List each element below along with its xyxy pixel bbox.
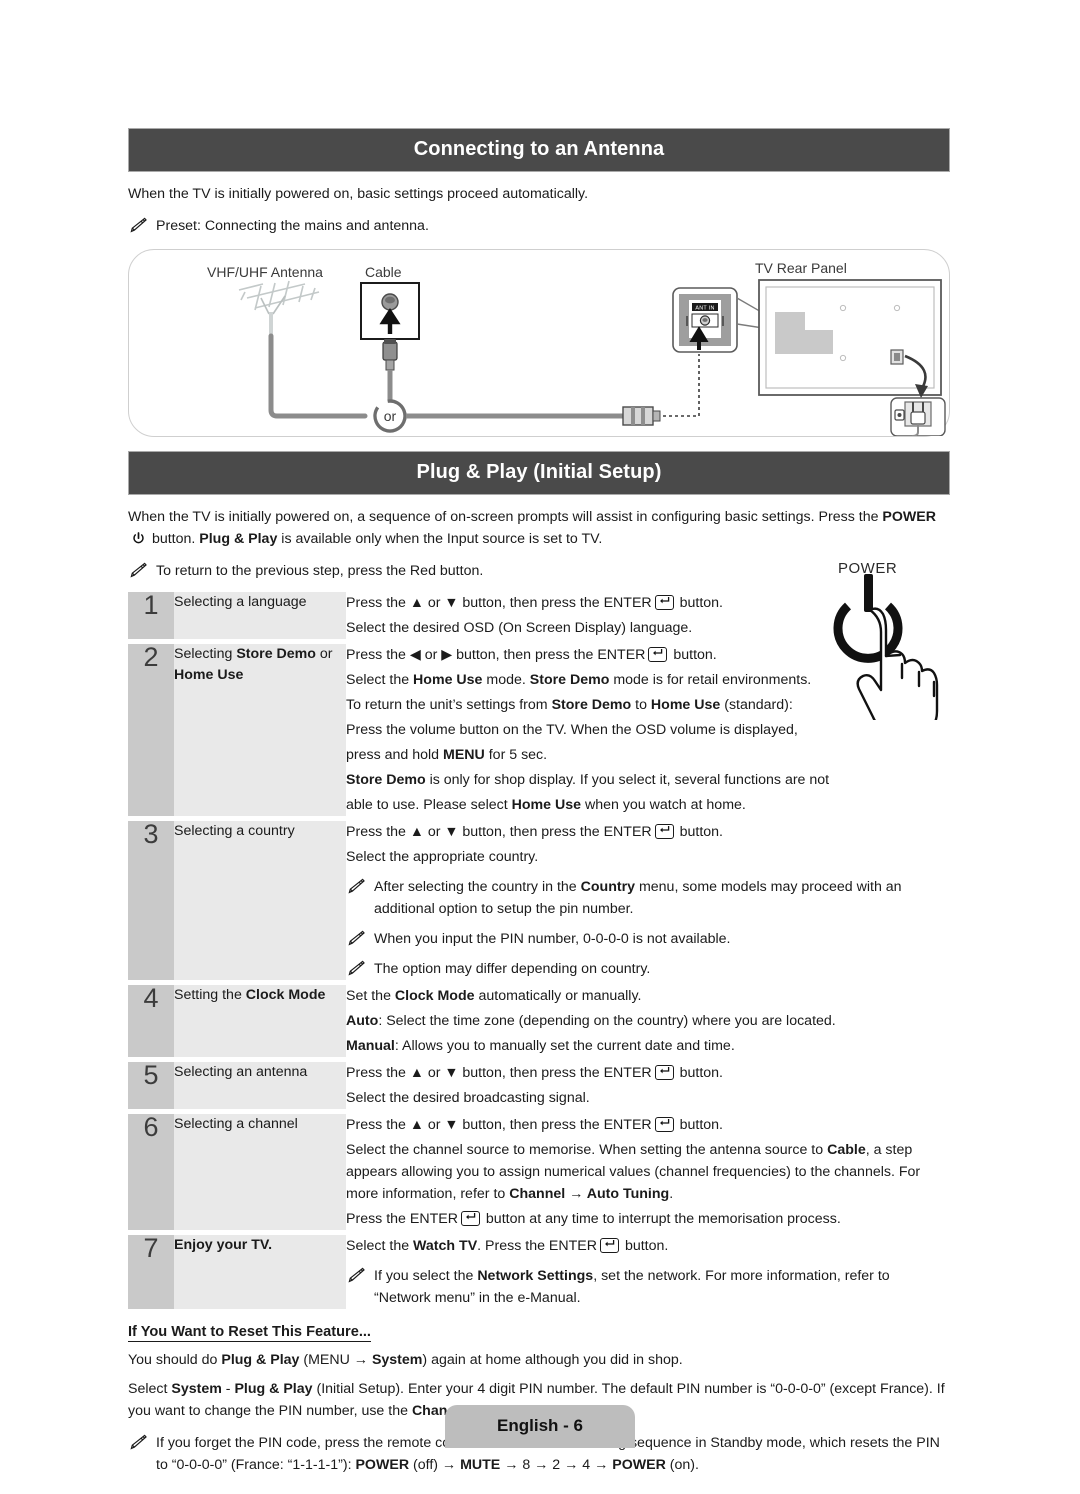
step-description: Press the ▲ or ▼ button, then press the … (346, 1114, 950, 1230)
step-note-text: When you input the PIN number, 0-0-0-0 i… (374, 931, 731, 947)
step-note: After selecting the country in the Count… (346, 876, 950, 920)
step-row: 4 Setting the Clock Mode Set the Clock Mod… (128, 985, 950, 1057)
enter-key-icon (654, 594, 674, 610)
enter-key-icon (460, 1210, 480, 1226)
step-label: Selecting a country (174, 821, 346, 980)
step-label: Selecting an antenna (174, 1062, 346, 1109)
power-button-illustration: POWER (826, 560, 976, 733)
reset-section: If You Want to Reset This Feature... You… (128, 1309, 950, 1476)
plugplay-intro-bold: Plug & Play (199, 531, 278, 547)
step-number: 6 (128, 1114, 174, 1230)
pencil-icon (346, 878, 365, 901)
antenna-preset-note-text: Preset: Connecting the mains and antenna… (156, 218, 429, 234)
step-line: Press the ▲ or ▼ button, then press the … (346, 823, 724, 840)
diagram-graphics: or ANT IN (238, 279, 946, 436)
step-label: Selecting Store Demo or Home Use (174, 644, 346, 816)
power-symbol-icon (132, 530, 145, 552)
plugplay-return-note-text: To return to the previous step, press th… (156, 563, 484, 579)
step-line: Select the Watch TV. Press the ENTER but… (346, 1237, 669, 1254)
step-note: When you input the PIN number, 0-0-0-0 i… (346, 928, 950, 950)
enter-key-icon (600, 1237, 619, 1253)
step-line: Press the ENTER button at any time to in… (346, 1210, 841, 1227)
step-line: Press the ▲ or ▼ button, then press the … (346, 1116, 724, 1133)
section-header-plugplay: Plug & Play (Initial Setup) (128, 451, 950, 495)
step-number: 4 (128, 985, 174, 1057)
step-description: Select the Watch TV. Press the ENTER but… (346, 1235, 950, 1309)
step-description: Press the ▲ or ▼ button, then press the … (346, 821, 950, 980)
page-footer: English - 6 (0, 1405, 1080, 1448)
enter-key-icon (648, 646, 668, 662)
step-row: 3 Selecting a country Press the ▲ or ▼ but… (128, 821, 950, 980)
step-description: Set the Clock Mode automatically or manu… (346, 985, 950, 1057)
page-number-tab: English - 6 (445, 1405, 635, 1448)
step-row: 6 Selecting a channel Press the ▲ or ▼ but… (128, 1114, 950, 1230)
enter-key-icon (654, 823, 674, 839)
svg-text:ANT IN: ANT IN (695, 306, 714, 312)
step-row: 5 Selecting an antenna Press the ▲ or ▼ bu… (128, 1062, 950, 1109)
step-line: Select the channel source to memorise. W… (346, 1142, 921, 1202)
step-line: able to use. Please select Home Use when… (346, 797, 746, 813)
reset-paragraph-1: You should do Plug & Play (MENU → System… (128, 1352, 683, 1368)
step-line: Manual: Allows you to manually set the c… (346, 1038, 735, 1054)
enter-key-icon (654, 1064, 674, 1080)
power-illustration-label: POWER (838, 560, 898, 577)
step-note-text: The option may differ depending on count… (374, 961, 651, 977)
step-line: Press the ▲ or ▼ button, then press the … (346, 1064, 724, 1081)
step-number: 2 (128, 644, 174, 816)
section-header-antenna: Connecting to an Antenna (128, 128, 950, 172)
step-label: Selecting a language (174, 592, 346, 639)
reset-heading: If You Want to Reset This Feature... (128, 1324, 371, 1342)
antenna-intro-text: When the TV is initially powered on, bas… (128, 186, 589, 202)
step-label: Selecting a channel (174, 1114, 346, 1230)
plugplay-intro-text: When the TV is initially powered on, a s… (128, 506, 950, 550)
step-note-text: If you select the Network Settings, set … (374, 1268, 890, 1306)
svg-text:or: or (384, 408, 397, 424)
antenna-preset-note: Preset: Connecting the mains and antenna… (128, 215, 950, 237)
step-label: Enjoy your TV. (174, 1235, 346, 1309)
plugplay-intro-part1: When the TV is initially powered on, a s… (128, 509, 883, 525)
pencil-icon (346, 1267, 365, 1290)
step-row: 7 Enjoy your TV. Select the Watch TV. Pres… (128, 1235, 950, 1309)
step-line: Store Demo is only for shop display. If … (346, 772, 830, 788)
pencil-icon (346, 960, 365, 983)
power-hand-graphic (833, 574, 939, 733)
step-number: 5 (128, 1062, 174, 1109)
step-line: Set the Clock Mode automatically or manu… (346, 988, 642, 1004)
pencil-icon (346, 930, 365, 953)
step-line: Select the appropriate country. (346, 849, 539, 865)
page-content: Connecting to an Antenna When the TV is … (128, 0, 950, 1476)
step-note-text: After selecting the country in the Count… (374, 879, 902, 917)
pencil-icon (128, 562, 147, 585)
step-number: 3 (128, 821, 174, 980)
step-number: 7 (128, 1235, 174, 1309)
plugplay-intro-part3: is available only when the Input source … (277, 531, 603, 547)
step-label: Setting the Clock Mode (174, 985, 346, 1057)
step-line: press and hold MENU for 5 sec. (346, 747, 548, 763)
manual-page: Connecting to an Antenna When the TV is … (0, 0, 1080, 1494)
plugplay-intro-part2: button. (148, 531, 200, 547)
pencil-icon (128, 217, 147, 240)
plugplay-intro-power-word: POWER (882, 509, 937, 525)
step-number: 1 (128, 592, 174, 639)
step-line: Press the volume button on the TV. When … (346, 722, 798, 738)
step-note: If you select the Network Settings, set … (346, 1265, 950, 1309)
step-note: The option may differ depending on count… (346, 958, 950, 980)
step-description: Press the ▲ or ▼ button, then press the … (346, 1062, 950, 1109)
antenna-connection-diagram: VHF/UHF Antenna Cable TV Rear Panel or A… (128, 249, 950, 437)
step-line: Select the desired broadcasting signal. (346, 1090, 590, 1106)
step-line: Auto: Select the time zone (depending on… (346, 1013, 836, 1029)
enter-key-icon (654, 1116, 674, 1132)
